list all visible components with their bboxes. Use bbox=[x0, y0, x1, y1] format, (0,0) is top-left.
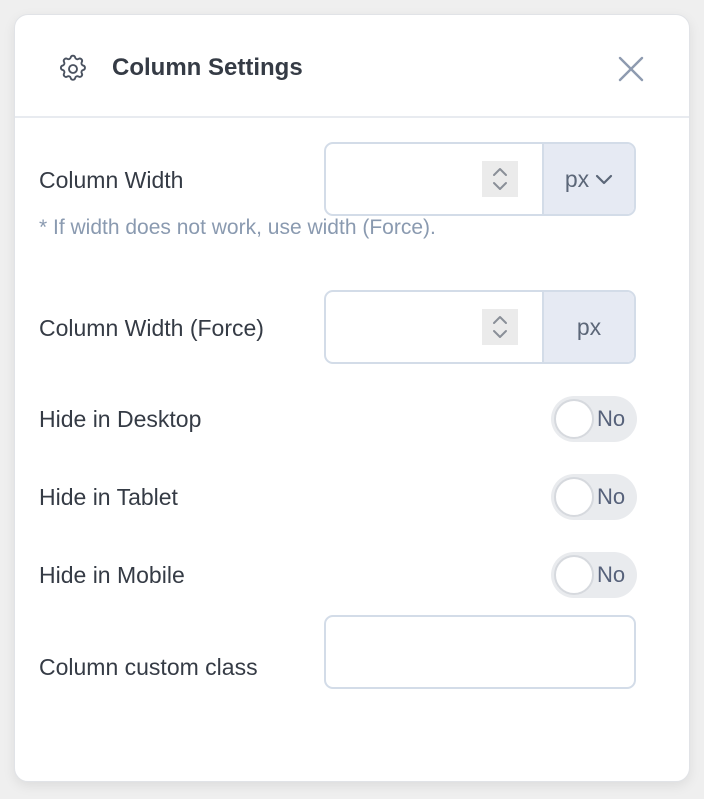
spinner-arrows-icon bbox=[493, 168, 507, 190]
chevron-down-icon bbox=[596, 174, 613, 185]
number-spinner[interactable] bbox=[482, 161, 518, 197]
panel-header: Column Settings bbox=[15, 15, 689, 118]
column-width-force-input[interactable] bbox=[326, 292, 542, 362]
custom-class-label: Column custom class bbox=[39, 654, 258, 680]
toggle-knob bbox=[554, 555, 594, 595]
column-width-field: px bbox=[324, 142, 636, 216]
unit-label: px bbox=[576, 313, 602, 340]
spinner-arrows-icon bbox=[493, 316, 507, 338]
hide-desktop-label: Hide in Desktop bbox=[39, 406, 202, 432]
column-width-force-field: px bbox=[324, 290, 636, 364]
column-width-force-label: Column Width (Force) bbox=[39, 315, 264, 341]
toggle-knob bbox=[554, 477, 594, 517]
panel-title: Column Settings bbox=[112, 54, 303, 81]
close-icon[interactable] bbox=[615, 53, 647, 85]
unit-select[interactable]: px bbox=[542, 144, 634, 214]
hide-tablet-toggle[interactable]: No bbox=[551, 474, 637, 520]
column-width-label: Column Width bbox=[39, 167, 184, 193]
toggle-knob bbox=[554, 399, 594, 439]
hide-desktop-toggle[interactable]: No bbox=[551, 396, 637, 442]
toggle-state: No bbox=[597, 406, 626, 431]
column-width-input[interactable] bbox=[326, 144, 542, 214]
unit-label: px bbox=[564, 165, 590, 192]
width-hint: * If width does not work, use width (For… bbox=[39, 216, 436, 239]
custom-class-input[interactable] bbox=[324, 615, 636, 689]
toggle-state: No bbox=[597, 562, 626, 587]
hide-tablet-label: Hide in Tablet bbox=[39, 484, 178, 510]
number-spinner[interactable] bbox=[482, 309, 518, 345]
hide-mobile-toggle[interactable]: No bbox=[551, 552, 637, 598]
toggle-state: No bbox=[597, 484, 626, 509]
gear-icon bbox=[59, 54, 86, 81]
unit-label-box: px bbox=[542, 292, 634, 362]
hide-mobile-label: Hide in Mobile bbox=[39, 562, 185, 588]
